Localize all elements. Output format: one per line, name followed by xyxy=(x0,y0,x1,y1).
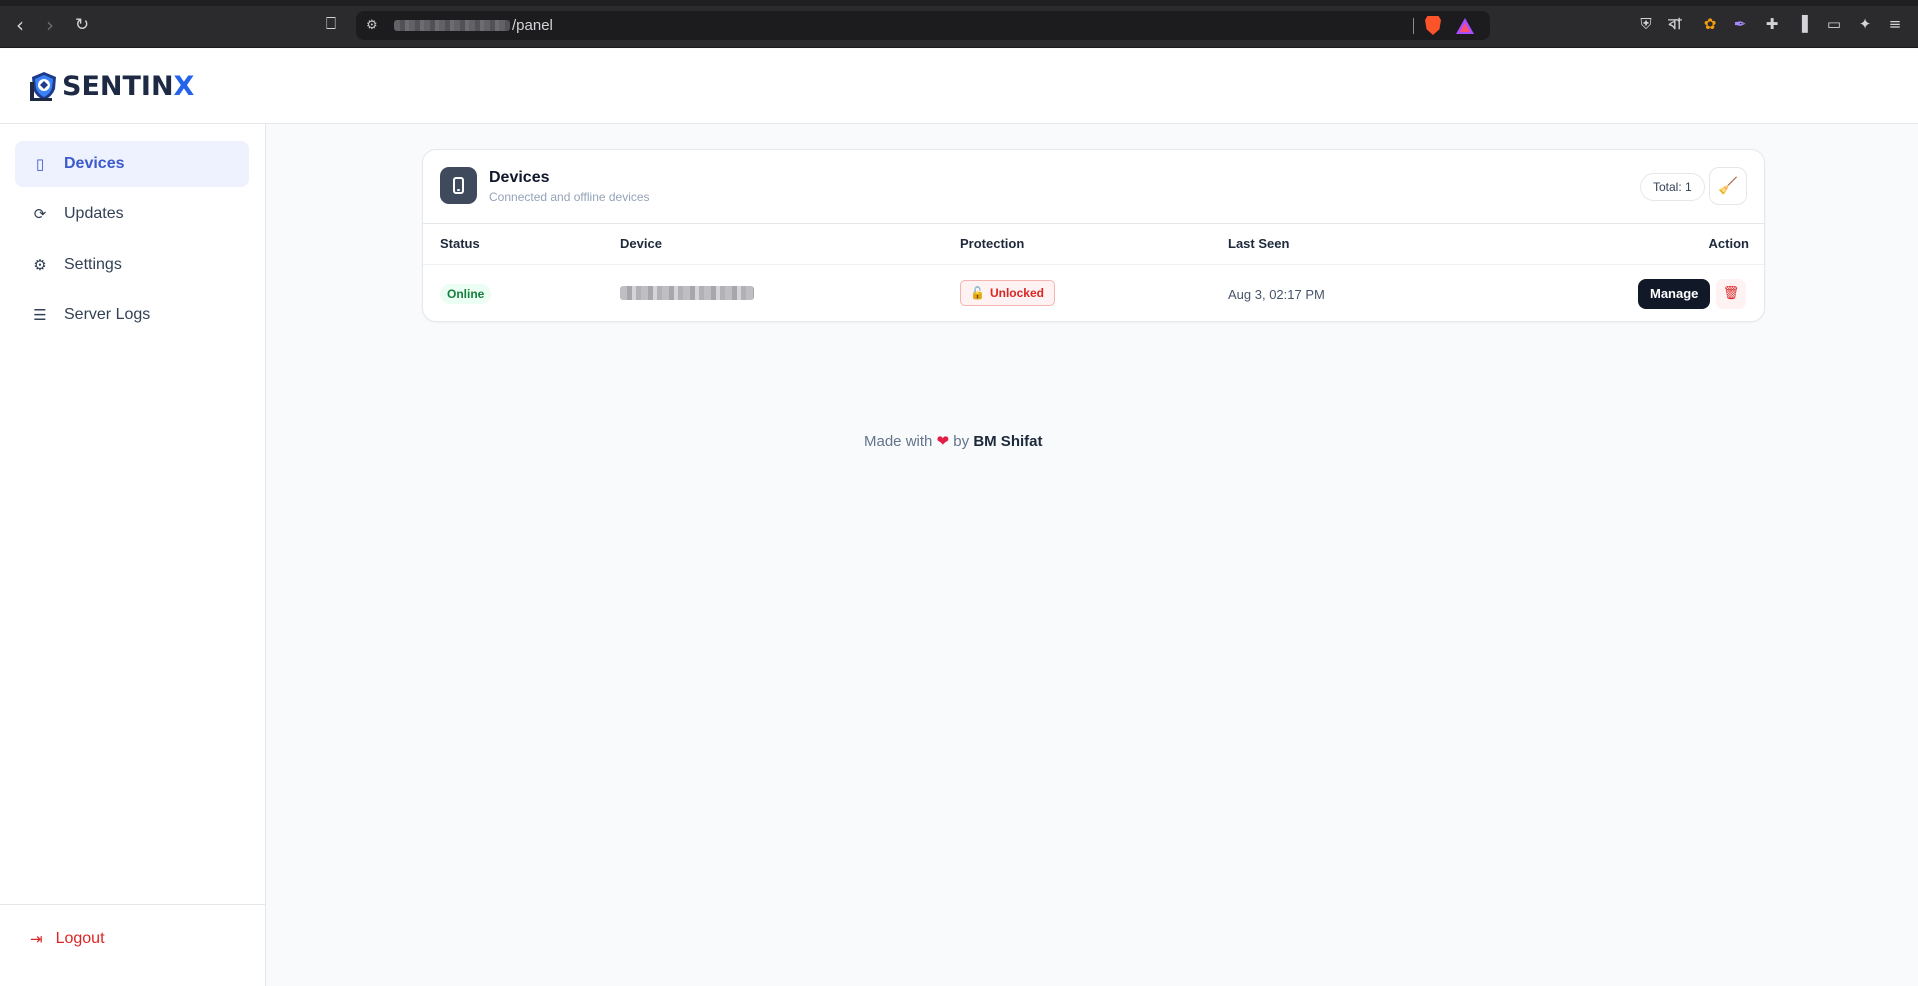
bangla-extension-icon[interactable]: বা xyxy=(1665,14,1685,34)
sidebar-item-updates[interactable]: ⟳ Updates xyxy=(15,191,249,237)
back-icon[interactable]: ‹ xyxy=(8,13,32,37)
sidebar-item-label: Server Logs xyxy=(64,306,151,323)
column-header-last-seen: Last Seen xyxy=(1228,236,1290,251)
logout-button[interactable]: ⇥ Logout xyxy=(30,930,105,948)
broom-icon[interactable]: 🧹 xyxy=(1709,167,1747,205)
manage-button[interactable]: Manage xyxy=(1638,279,1711,309)
logo-wordmark: SENTINX xyxy=(62,71,194,102)
column-header-device: Device xyxy=(620,236,662,251)
tab-strip xyxy=(0,0,1918,6)
cookie-extension-icon[interactable]: ✿ xyxy=(1700,14,1720,34)
shield-logo-icon xyxy=(30,72,56,101)
footer-by: by xyxy=(953,433,970,450)
unlock-icon: 🔓 xyxy=(970,286,985,300)
heart-icon: ❤ xyxy=(936,432,950,450)
sidebar-toggle-icon[interactable]: ▐ xyxy=(1792,14,1812,34)
mobile-icon xyxy=(440,167,477,204)
card-header: Devices Connected and offline devices To… xyxy=(423,150,1764,224)
sync-icon: ⟳ xyxy=(33,205,47,223)
sentinx-logo[interactable]: SENTINX xyxy=(28,68,194,104)
brave-shield-icon[interactable] xyxy=(1425,16,1441,35)
sidebar-item-devices[interactable]: ▯ Devices xyxy=(15,141,249,187)
site-info-icon[interactable]: ⚙ xyxy=(366,17,382,33)
list-icon: ☰ xyxy=(33,306,47,324)
forward-icon[interactable]: › xyxy=(38,13,62,37)
column-header-action: Action xyxy=(1708,236,1749,251)
sidebar-item-label: Settings xyxy=(64,256,122,273)
mobile-icon: ▯ xyxy=(35,155,45,173)
footer-credit: Made with ❤ by BM Shifat xyxy=(864,432,1042,450)
gear-icon: ⚙ xyxy=(33,256,47,274)
logout-label: Logout xyxy=(55,930,105,947)
puzzle-extensions-icon[interactable]: ✚ xyxy=(1762,14,1782,34)
sidebar-item-label: Updates xyxy=(64,205,124,222)
sidebar: ▯ Devices ⟳ Updates ⚙ Settings ☰ Server … xyxy=(0,124,266,986)
sidebar-item-settings[interactable]: ⚙ Settings xyxy=(15,242,249,288)
browser-toolbar: ‹ › ↻ ⎕ ⚙ /panel ⛨ বা ✿ ✒ ✚ ▐ ▭ ✦ ≡ xyxy=(0,0,1918,48)
menu-icon[interactable]: ≡ xyxy=(1885,14,1905,34)
reload-icon[interactable]: ↻ xyxy=(70,13,94,37)
card-subtitle: Connected and offline devices xyxy=(489,190,650,204)
bookmark-icon[interactable]: ⎕ xyxy=(320,13,342,35)
wallet-icon[interactable]: ▭ xyxy=(1824,14,1844,34)
leo-ai-icon[interactable]: ✦ xyxy=(1855,14,1875,34)
sidebar-item-label: Devices xyxy=(64,155,125,172)
devices-card: Devices Connected and offline devices To… xyxy=(422,149,1765,322)
table-header: Status Device Protection Last Seen Actio… xyxy=(423,224,1764,265)
brave-rewards-icon[interactable] xyxy=(1456,18,1474,34)
column-header-protection: Protection xyxy=(960,236,1025,251)
card-title: Devices xyxy=(489,169,550,186)
status-badge: Online xyxy=(440,284,492,304)
sign-out-icon: ⇥ xyxy=(30,930,43,948)
url-path: /panel xyxy=(512,17,553,34)
device-name-redacted xyxy=(620,286,754,300)
trash-icon[interactable]: 🗑 xyxy=(1716,279,1746,309)
app-header: SENTINX xyxy=(0,49,1918,124)
protection-badge: 🔓 Unlocked xyxy=(960,280,1055,306)
table-row: Online 🔓 Unlocked Aug 3, 02:17 PM Manage… xyxy=(423,265,1764,321)
column-header-status: Status xyxy=(440,236,480,251)
protection-label: Unlocked xyxy=(989,286,1044,300)
url-host-redacted xyxy=(394,20,510,31)
logo-wordmark-main: SENTIN xyxy=(62,70,174,102)
feather-extension-icon[interactable]: ✒ xyxy=(1730,14,1750,34)
shield-extension-icon[interactable]: ⛨ xyxy=(1636,14,1656,34)
url-separator xyxy=(1413,18,1414,34)
sidebar-footer: ⇥ Logout xyxy=(0,904,266,986)
sidebar-item-server-logs[interactable]: ☰ Server Logs xyxy=(15,292,249,338)
footer-author[interactable]: BM Shifat xyxy=(973,433,1042,450)
footer-prefix: Made with xyxy=(864,433,933,450)
last-seen-value: Aug 3, 02:17 PM xyxy=(1228,287,1325,302)
total-badge: Total: 1 xyxy=(1640,173,1705,201)
address-bar[interactable]: ⚙ /panel xyxy=(356,11,1490,40)
logo-wordmark-accent: X xyxy=(173,70,195,102)
